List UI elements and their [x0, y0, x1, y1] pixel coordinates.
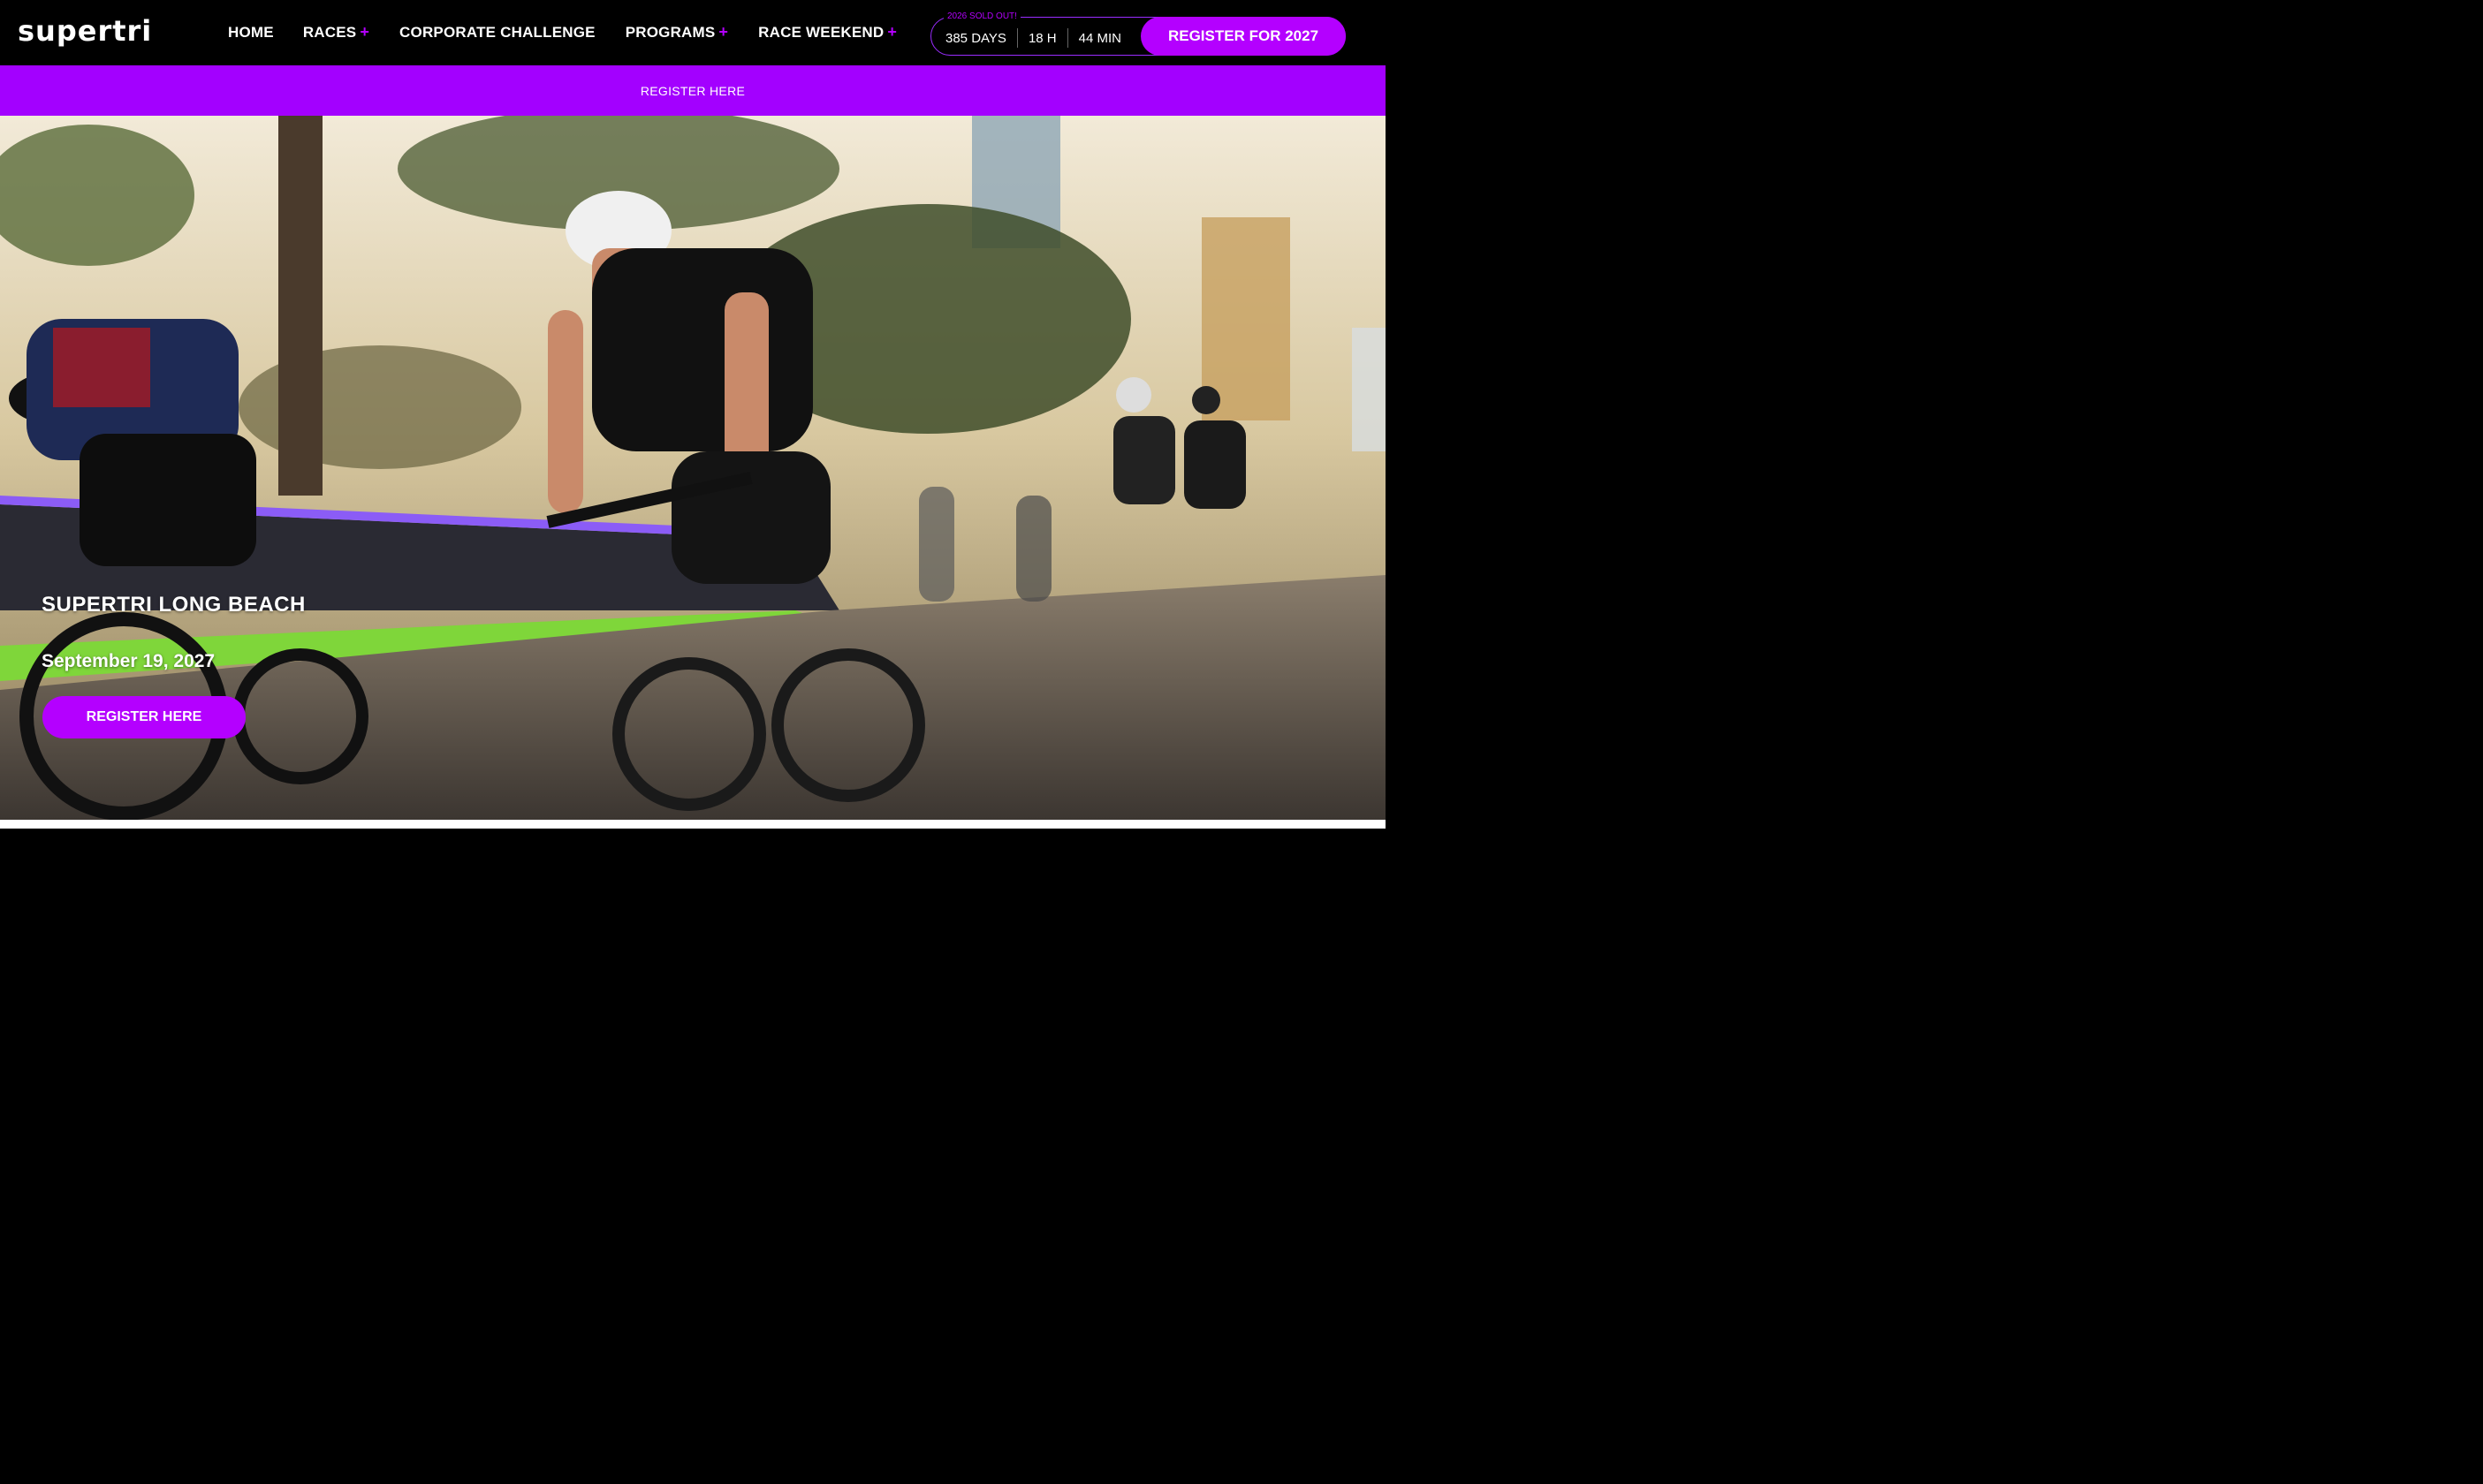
nav-item-race-weekend-label: RACE WEEKEND	[758, 23, 885, 41]
nav-item-corporate-challenge[interactable]: CORPORATE CHALLENGE	[399, 24, 596, 42]
hero-race-date: September 19, 2027	[42, 651, 216, 671]
countdown-divider	[1016, 28, 1018, 48]
countdown-days: 385 DAYS	[945, 30, 1006, 46]
hero-register-button[interactable]: REGISTER HERE	[42, 696, 246, 738]
main-nav: HOME RACES + CORPORATE CHALLENGE PROGRAM…	[228, 23, 897, 42]
nav-item-race-weekend[interactable]: RACE WEEKEND +	[758, 23, 897, 42]
nav-item-races-label: RACES	[302, 23, 357, 41]
hero-race-title: SUPERTRI LONG BEACH	[42, 593, 306, 617]
expand-plus-icon: +	[718, 23, 729, 41]
nav-item-races[interactable]: RACES +	[303, 23, 369, 42]
announcement-banner: REGISTER HERE	[0, 65, 1386, 116]
supertri-logo[interactable]: supertri	[18, 16, 152, 46]
nav-item-home-label: HOME	[228, 23, 274, 41]
nav-item-programs-label: PROGRAMS	[625, 23, 716, 41]
banner-register-link[interactable]: REGISTER HERE	[641, 84, 745, 98]
nav-item-corporate-challenge-label: CORPORATE CHALLENGE	[399, 23, 596, 41]
register-2027-button[interactable]: REGISTER FOR 2027	[1141, 17, 1346, 56]
countdown-hours: 18 H	[1028, 30, 1057, 46]
hero-section: SUPERTRI LONG BEACH September 19, 2027 R…	[0, 116, 1386, 820]
bottom-divider	[0, 820, 1386, 829]
top-navigation-bar: supertri HOME RACES + CORPORATE CHALLENG…	[0, 0, 1386, 65]
countdown-values: 385 DAYS 18 H 44 MIN	[945, 28, 1121, 48]
nav-item-home[interactable]: HOME	[228, 24, 274, 42]
nav-item-programs[interactable]: PROGRAMS +	[626, 23, 728, 42]
countdown-divider	[1067, 28, 1068, 48]
expand-plus-icon: +	[887, 23, 898, 41]
sold-out-notice: 2026 SOLD OUT!	[944, 11, 1021, 22]
countdown-minutes: 44 MIN	[1078, 30, 1121, 46]
expand-plus-icon: +	[360, 23, 370, 41]
